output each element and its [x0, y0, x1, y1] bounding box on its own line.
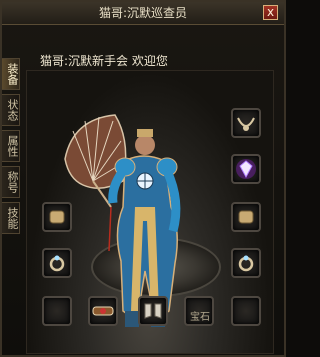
- belt-slot[interactable]: [88, 296, 118, 326]
- tab-status[interactable]: 状态: [2, 94, 20, 126]
- bracelet-icon: [49, 210, 65, 224]
- window-title: 猫哥:沉默巡查员: [98, 6, 188, 20]
- necklace-slot[interactable]: [231, 108, 261, 138]
- bracelet-icon: [238, 210, 254, 224]
- belt-icon: [92, 306, 114, 316]
- diamond-icon: [236, 159, 256, 179]
- bracelet-right-slot[interactable]: [231, 202, 261, 232]
- close-icon: x: [266, 5, 275, 19]
- tab-skills[interactable]: 技能: [2, 202, 20, 234]
- tab-attributes[interactable]: 属性: [2, 130, 20, 162]
- close-button[interactable]: x: [263, 5, 278, 20]
- empty-slot-left[interactable]: [42, 296, 72, 326]
- gem-stone-slot[interactable]: 宝石: [184, 296, 214, 326]
- ring-icon: [49, 255, 65, 272]
- gem-slot-label: 宝石: [190, 312, 210, 323]
- side-tabs: 装备 状态 属性 称号 技能: [2, 58, 22, 238]
- character-window: 猫哥:沉默巡查员 x 猫哥:沉默新手会 欢迎您 装备 状态 属性 称号 技能 宝…: [0, 0, 286, 357]
- bracelet-left-slot[interactable]: [42, 202, 72, 232]
- title-bar[interactable]: 猫哥:沉默巡查员 x: [2, 2, 284, 25]
- necklace-icon: [237, 117, 255, 131]
- boots-icon: [144, 303, 162, 319]
- ring-icon: [238, 255, 254, 272]
- ring-right-slot[interactable]: [231, 248, 261, 278]
- welcome-text: 猫哥:沉默新手会 欢迎您: [40, 54, 168, 68]
- tab-equipment[interactable]: 装备: [2, 58, 20, 90]
- gem-slot[interactable]: [231, 154, 261, 184]
- tab-titles[interactable]: 称号: [2, 166, 20, 198]
- boots-slot[interactable]: [138, 296, 168, 326]
- empty-slot-right[interactable]: [231, 296, 261, 326]
- ring-left-slot[interactable]: [42, 248, 72, 278]
